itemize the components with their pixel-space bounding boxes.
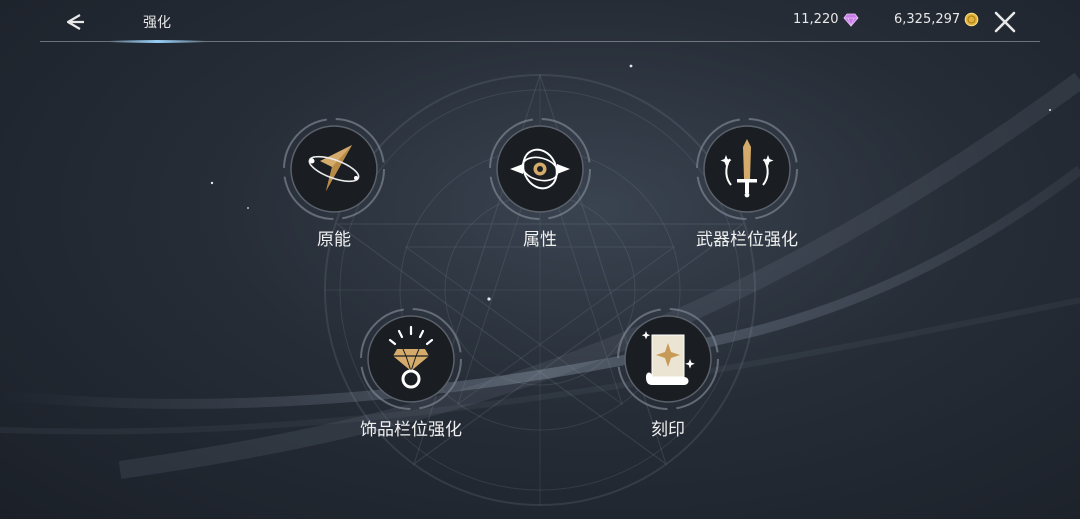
gold-currency: 6,325,297 — [894, 12, 979, 27]
engraving-scroll-icon — [617, 308, 719, 410]
header-divider-highlight — [110, 40, 205, 43]
gold-amount: 6,325,297 — [894, 12, 961, 27]
menu-label-weapon-slot-enhance: 武器栏位强化 — [696, 230, 798, 250]
origin-energy-icon — [283, 118, 385, 220]
background-magic-circle — [0, 64, 1080, 506]
close-icon — [994, 11, 1016, 33]
attribute-orb-icon — [489, 118, 591, 220]
gem-amount: 11,220 — [793, 12, 839, 27]
gem-currency: 11,220 — [793, 12, 859, 27]
menu-label-accessory-slot-enhance: 饰品栏位强化 — [360, 420, 462, 440]
menu-label-origin-energy: 原能 — [317, 230, 351, 250]
menu-label-attribute: 属性 — [523, 230, 557, 250]
sword-icon — [696, 118, 798, 220]
top-bar: 强化 11,220 6,325,297 — [0, 0, 1080, 44]
close-button[interactable] — [992, 9, 1018, 35]
purple-gem-icon — [842, 13, 859, 27]
back-button[interactable] — [60, 8, 90, 36]
page-title: 强化 — [143, 15, 171, 31]
menu-item-engraving[interactable]: 刻印 — [603, 307, 733, 447]
menu-label-engraving: 刻印 — [651, 420, 685, 440]
menu-item-origin-energy[interactable]: 原能 — [269, 117, 399, 257]
menu-item-weapon-slot-enhance[interactable]: 武器栏位强化 — [682, 117, 812, 257]
menu-item-accessory-slot-enhance[interactable]: 饰品栏位强化 — [346, 307, 476, 447]
menu-item-attribute[interactable]: 属性 — [475, 117, 605, 257]
back-arrow-icon — [66, 14, 84, 30]
diamond-ring-icon — [360, 308, 462, 410]
gold-coin-icon — [964, 12, 979, 27]
